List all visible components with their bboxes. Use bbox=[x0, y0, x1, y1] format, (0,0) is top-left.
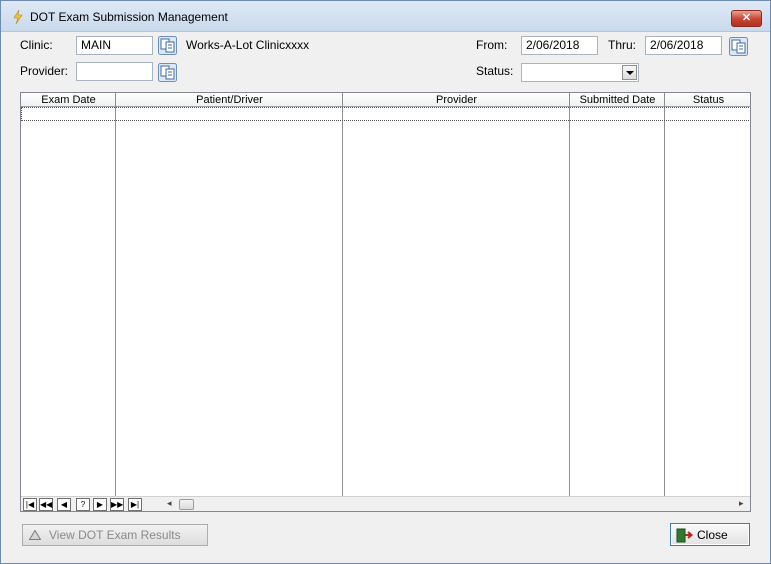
next-record-button[interactable]: ▶ bbox=[93, 498, 107, 511]
scroll-right-icon[interactable]: ▸ bbox=[739, 498, 744, 509]
column-divider bbox=[664, 93, 665, 497]
status-label: Status: bbox=[476, 64, 514, 78]
app-lightning-icon bbox=[13, 10, 23, 24]
column-header-exam-date[interactable]: Exam Date bbox=[21, 93, 116, 107]
exam-grid[interactable]: Exam Date Patient/Driver Provider Submit… bbox=[20, 92, 751, 512]
provider-lookup-icon[interactable] bbox=[158, 63, 177, 82]
last-record-button[interactable]: ▶| bbox=[128, 498, 142, 511]
title-bar[interactable]: DOT Exam Submission Management ✕ bbox=[1, 1, 770, 32]
next-page-button[interactable]: ▶▶ bbox=[110, 498, 124, 511]
column-divider bbox=[115, 93, 116, 497]
clinic-label: Clinic: bbox=[20, 38, 53, 52]
clinic-lookup-icon[interactable] bbox=[158, 36, 177, 55]
from-label: From: bbox=[476, 38, 508, 52]
column-header-provider[interactable]: Provider bbox=[343, 93, 570, 107]
thru-label: Thru: bbox=[608, 38, 637, 52]
close-label: Close bbox=[697, 528, 728, 542]
column-header-status[interactable]: Status bbox=[665, 93, 750, 107]
from-date-field[interactable]: 2/06/2018 bbox=[521, 36, 598, 55]
window-close-button[interactable]: ✕ bbox=[731, 10, 762, 27]
column-header-submitted-date[interactable]: Submitted Date bbox=[570, 93, 665, 107]
new-record-row[interactable] bbox=[21, 107, 750, 121]
record-navigator: |◀ ◀◀ ◀ ? ▶ ▶▶ ▶| ◂ ▸ bbox=[21, 496, 750, 511]
exit-door-icon bbox=[676, 528, 693, 543]
find-record-button[interactable]: ? bbox=[76, 498, 90, 511]
date-range-lookup-icon[interactable] bbox=[729, 37, 748, 56]
view-dot-exam-results-label: View DOT Exam Results bbox=[49, 528, 181, 542]
chevron-down-icon[interactable] bbox=[622, 65, 637, 80]
clinic-name: Works-A-Lot Clinicxxxx bbox=[186, 38, 310, 52]
prev-page-button[interactable]: ◀◀ bbox=[39, 498, 53, 511]
horizontal-scrollbar-thumb[interactable] bbox=[179, 499, 194, 510]
first-record-button[interactable]: |◀ bbox=[23, 498, 37, 511]
thru-date-field[interactable]: 2/06/2018 bbox=[645, 36, 722, 55]
provider-label: Provider: bbox=[20, 64, 69, 78]
clinic-field[interactable]: MAIN bbox=[76, 36, 153, 55]
scroll-left-icon[interactable]: ◂ bbox=[167, 498, 172, 509]
column-divider bbox=[569, 93, 570, 497]
window-title: DOT Exam Submission Management bbox=[30, 10, 228, 24]
close-button[interactable]: Close bbox=[670, 523, 750, 546]
column-header-patient-driver[interactable]: Patient/Driver bbox=[116, 93, 343, 107]
view-dot-exam-results-button[interactable]: View DOT Exam Results bbox=[22, 524, 208, 546]
status-dropdown[interactable] bbox=[521, 63, 639, 82]
provider-field[interactable] bbox=[76, 62, 153, 81]
column-divider bbox=[342, 93, 343, 497]
dot-exam-window: DOT Exam Submission Management ✕ Clinic:… bbox=[0, 0, 771, 564]
prev-record-button[interactable]: ◀ bbox=[57, 498, 71, 511]
warning-triangle-icon bbox=[29, 530, 41, 540]
